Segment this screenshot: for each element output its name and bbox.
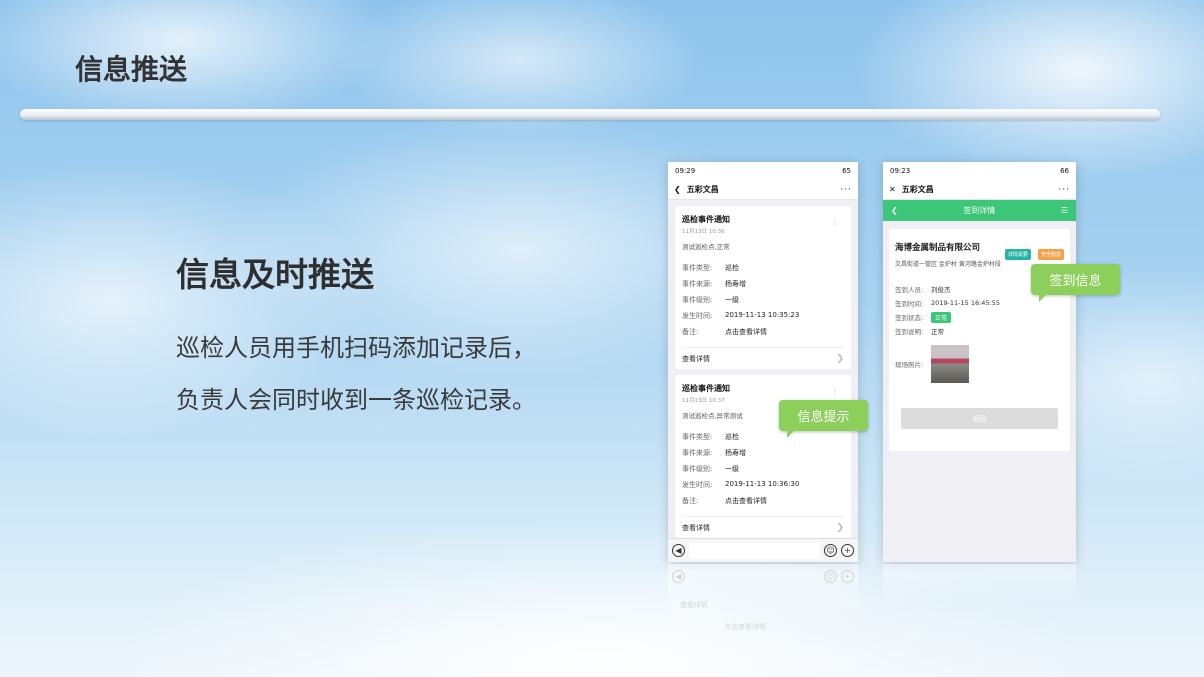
back-chevron-icon[interactable]: ❮ xyxy=(891,206,898,215)
more-vertical-icon[interactable]: ⋮ xyxy=(831,218,839,227)
field-label: 发生时间: xyxy=(682,481,713,489)
tag-group: 详情需要 安全隐患 xyxy=(1003,241,1064,260)
reflection-footer: 查看详情 xyxy=(680,601,708,609)
field-label: 签到状态: xyxy=(895,314,924,322)
status-bar: 09:23 66 xyxy=(883,162,1076,180)
site-photo[interactable] xyxy=(931,345,969,383)
status-time: 09:23 xyxy=(890,167,911,175)
chat-input-bar: ◀ ☺ + xyxy=(668,538,858,562)
field-value: 杨寿增 xyxy=(725,280,746,288)
field-label: 事件级别: xyxy=(682,465,713,473)
voice-icon: ◀ xyxy=(672,569,685,583)
chevron-right-icon: ❯ xyxy=(836,353,844,364)
card-date: 11月13日 10:36 xyxy=(682,229,725,235)
view-details-label: 查看详情 xyxy=(682,354,710,363)
headline: 信息及时推送 xyxy=(176,255,374,294)
chevron-right-icon: ❯ xyxy=(836,522,844,533)
field-label: 发生时间: xyxy=(682,312,713,320)
field-label: 签到时间: xyxy=(895,300,924,308)
detail-header: ❮ 签到详情 ☰ xyxy=(883,200,1076,221)
card-title: 巡检事件通知 xyxy=(682,384,730,393)
status-bar: 09:29 65 xyxy=(668,162,858,180)
card-desc: 测试巡检点,正常 xyxy=(682,243,730,251)
field-label: 事件来源: xyxy=(682,449,713,457)
field-value: 2019-11-13 10:35:23 xyxy=(725,311,800,319)
signin-detail-card: 海博金属制品有限公司 详情需要 安全隐患 文昌街道一管区 金炉村 黄河路金炉村段… xyxy=(889,229,1070,451)
field-value: 一级 xyxy=(725,465,739,473)
field-label: 事件来源: xyxy=(682,280,713,288)
field-label: 签到说明: xyxy=(895,328,924,336)
close-icon[interactable]: ✕ xyxy=(889,185,896,194)
more-icon[interactable]: ··· xyxy=(1058,185,1070,195)
field-label: 备注: xyxy=(682,328,699,336)
notification-card-1[interactable]: 巡检事件通知 11月13日 10:36 ⋮ 测试巡检点,正常 事件类型: 巡检 事… xyxy=(675,206,851,369)
field-label: 现场照片: xyxy=(895,361,924,369)
message-input[interactable] xyxy=(689,542,820,559)
field-label: 事件级别: xyxy=(682,296,713,304)
phone-screenshot-signin-detail: 09:23 66 ✕ 五彩文昌 ··· ❮ 签到详情 ☰ 海博金属制品有限公司 … xyxy=(883,162,1076,562)
phone-screenshot-notifications: 09:29 65 ❮ 五彩文昌 ··· 巡检事件通知 11月13日 10:36 … xyxy=(668,162,858,562)
battery-level: 66 xyxy=(1060,167,1069,175)
field-value: 2019-11-15 16:45:55 xyxy=(931,299,1001,307)
field-value: 点击查看详情 xyxy=(725,328,767,336)
plus-icon: + xyxy=(841,569,854,583)
status-badge: 正常 xyxy=(931,311,952,323)
detail-page-title: 签到详情 xyxy=(963,206,996,215)
phone-reflection xyxy=(883,564,1076,604)
field-label: 事件类型: xyxy=(682,264,713,272)
callout-signin: 签到信息 xyxy=(1031,264,1120,302)
field-value: 刘俊杰 xyxy=(931,286,951,294)
card-title: 巡检事件通知 xyxy=(682,215,730,224)
callout-info: 信息提示 xyxy=(779,400,868,438)
field-label: 事件类型: xyxy=(682,433,713,441)
card-fields: 事件类型: 巡检 事件来源: 杨寿增 事件级别: 一级 发生时间: 2019-11-13… xyxy=(682,432,844,506)
tag-detail[interactable]: 详情需要 xyxy=(1004,249,1031,260)
description: 巡检人员用手机扫码添加记录后， 负责人会同时收到一条巡检记录。 xyxy=(176,322,596,426)
battery-level: 65 xyxy=(842,167,851,175)
field-value: 一级 xyxy=(725,296,739,304)
field-value: 杨寿增 xyxy=(725,449,746,457)
field-label: 备注: xyxy=(682,497,699,505)
field-label: 签到人员: xyxy=(895,286,924,294)
emoji-icon: ☺ xyxy=(824,569,837,583)
title-divider xyxy=(20,109,1160,120)
tag-hazard[interactable]: 安全隐患 xyxy=(1037,249,1064,260)
webview-nav-bar: ✕ 五彩文昌 ··· xyxy=(883,180,1076,200)
field-value: 巡检 xyxy=(725,264,739,272)
webview-title: 五彩文昌 xyxy=(901,185,934,194)
emoji-icon[interactable]: ☺ xyxy=(824,544,837,557)
phone-reflection: ◀ ☺ + 查看详情 点击查看详情 xyxy=(668,564,858,634)
chat-title: 五彩文昌 xyxy=(686,185,719,194)
view-details-link[interactable]: 查看详情 ❯ xyxy=(682,347,844,369)
return-button[interactable]: 返回 xyxy=(901,408,1058,429)
list-icon[interactable]: ☰ xyxy=(1061,206,1068,215)
plus-icon[interactable]: + xyxy=(841,544,854,557)
field-value: 2019-11-13 10:36:30 xyxy=(725,480,800,488)
slide-title: 信息推送 xyxy=(75,53,188,86)
status-time: 09:29 xyxy=(675,167,696,175)
voice-icon[interactable]: ◀ xyxy=(672,544,685,557)
back-chevron-icon[interactable]: ❮ xyxy=(674,185,681,194)
view-details-link[interactable]: 查看详情 ❯ xyxy=(682,516,844,538)
reflection-note: 点击查看详情 xyxy=(724,623,766,631)
field-value: 巡检 xyxy=(725,433,739,441)
description-line-2: 负责人会同时收到一条巡检记录。 xyxy=(176,386,536,414)
description-line-1: 巡检人员用手机扫码添加记录后， xyxy=(176,334,536,362)
view-details-label: 查看详情 xyxy=(682,523,710,532)
more-icon[interactable]: ··· xyxy=(840,185,852,195)
chat-nav-bar: ❮ 五彩文昌 ··· xyxy=(668,180,858,200)
card-fields: 事件类型: 巡检 事件来源: 杨寿增 事件级别: 一级 发生时间: 2019-11-13… xyxy=(682,263,844,337)
more-vertical-icon[interactable]: ⋮ xyxy=(831,387,839,396)
field-value: 点击查看详情 xyxy=(725,497,767,505)
field-value: 正常 xyxy=(931,328,944,336)
